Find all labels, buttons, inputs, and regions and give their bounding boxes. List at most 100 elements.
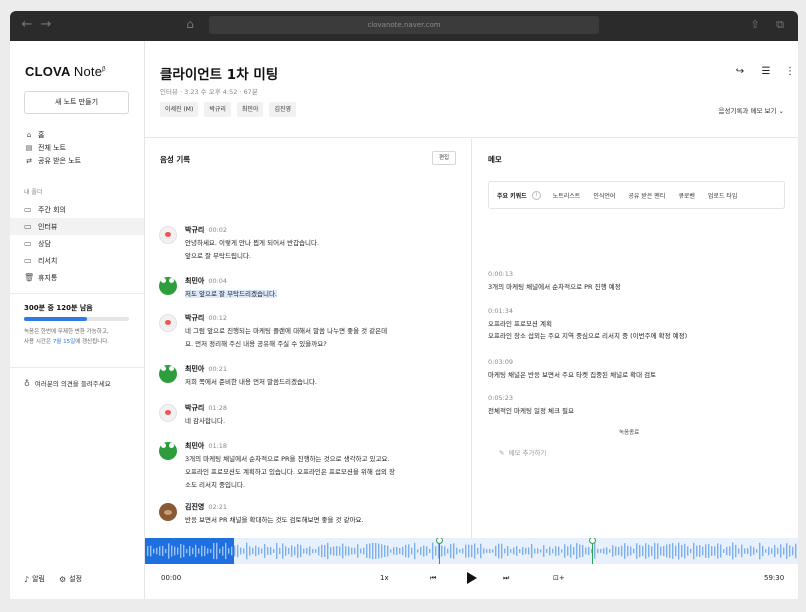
timestamp[interactable]: 00:04 <box>208 277 227 285</box>
waveform-bar <box>156 547 158 555</box>
home-icon[interactable]: ⌂ <box>182 16 198 32</box>
waveform-bar <box>696 545 698 557</box>
sidebar-item-all-notes[interactable]: ▤ 전체 노트 <box>24 141 81 154</box>
share-icon[interactable]: ↪ <box>733 65 747 79</box>
tabs-icon[interactable]: ⧉ <box>772 17 788 33</box>
waveform-bar <box>723 549 725 553</box>
memo-timestamp[interactable]: 0:05:23 <box>488 394 788 405</box>
participant-tag[interactable]: 박규리 <box>204 102 231 117</box>
timestamp[interactable]: 00:21 <box>208 365 227 373</box>
share-icon[interactable]: ⇧ <box>747 17 763 33</box>
play-icon[interactable] <box>464 571 478 585</box>
transcript-entry[interactable]: 김진영 02:21 반응 보면서 PR 채널을 확대하는 것도 검토해보면 좋을 것… <box>159 502 459 527</box>
sidebar-item-home[interactable]: ⌂ 홈 <box>24 128 81 141</box>
feedback-link[interactable]: ♁ 여러분의 의견을 들려주세요 <box>24 378 111 389</box>
add-memo-button[interactable]: ✎ 메모 추가하기 <box>499 447 546 457</box>
waveform-bar <box>612 545 614 557</box>
memo-timestamp[interactable]: 0:01:34 <box>488 307 788 318</box>
participant-tag[interactable]: 김진영 <box>269 102 297 117</box>
info-icon[interactable]: i <box>531 190 541 200</box>
tab-shared[interactable]: 공유 받은 멘티 <box>628 191 665 200</box>
tab-upload-time[interactable]: 업로드 타임 <box>708 191 738 200</box>
speed-button[interactable]: 1x <box>380 574 389 582</box>
timestamp[interactable]: 01:18 <box>208 442 227 450</box>
transcript-entry[interactable]: 최민아 00:04 저도 앞으로 잘 부탁드리겠습니다. <box>159 276 459 301</box>
settings-button[interactable]: ⚙ 설정 <box>59 574 82 584</box>
chevron-down-icon: ⌄ <box>778 107 784 115</box>
folder-icon: ▭ <box>24 256 32 265</box>
skip-forward-icon[interactable]: ⏭ <box>503 574 509 583</box>
memo-note[interactable]: 0:03:09 마케팅 채널은 반응 보면서 주요 타켓 집중된 채널로 확대 검… <box>488 358 788 381</box>
tab-language[interactable]: 인식언어 <box>593 191 615 200</box>
waveform-bar <box>474 543 476 559</box>
memo-timestamp[interactable]: 0:03:09 <box>488 358 788 369</box>
speaker-name: 박규리 <box>185 404 205 412</box>
url-bar[interactable]: clovanote.naver.com <box>209 16 599 34</box>
waveform-bar <box>369 543 371 559</box>
timestamp[interactable]: 00:02 <box>208 226 227 234</box>
memo-note[interactable]: 0:01:34 오프라인 프로모션 계획 오프라인 장소 섭외는 주요 지역 중심으… <box>488 307 788 342</box>
skip-back-icon[interactable]: ⏮ <box>430 574 436 583</box>
transcript-entry[interactable]: 박규리 00:02 안녕하세요. 이렇게 만나 뵙게 되어서 반갑습니다. 앞으로 잘… <box>159 225 459 263</box>
more-icon[interactable]: ⋮ <box>783 65 797 79</box>
memo-timestamp[interactable]: 0:00:13 <box>488 270 788 281</box>
renewal-date-link[interactable]: 7월 15일 <box>53 339 75 345</box>
tab-keywords[interactable]: 주요 키워드 <box>497 191 527 200</box>
transcript-entry[interactable]: 최민아 01:18 3개의 마케팅 채널에서 순차적으로 PR을 진행하는 것으로 … <box>159 441 459 492</box>
transcript-entry[interactable]: 박규리 00:12 네 그럼 앞으로 진행되는 마케팅 플랜에 대해서 말씀 나누면… <box>159 313 459 351</box>
participant-tag[interactable]: 최민아 <box>236 102 264 117</box>
audio-waveform[interactable] <box>145 538 798 564</box>
total-time: 59:30 <box>764 574 785 582</box>
waveform-bar <box>273 548 275 554</box>
bookmark-add-icon[interactable]: ⊡+ <box>553 574 565 582</box>
sidebar-nav: ⌂ 홈 ▤ 전체 노트 ⇄ 공유 받은 노트 <box>24 128 81 167</box>
edit-button[interactable]: 편집 <box>432 151 456 165</box>
forward-arrow-icon[interactable]: → <box>38 17 54 33</box>
waveform-bar <box>216 542 218 560</box>
waveform-bar <box>747 548 749 554</box>
memo-marker[interactable] <box>436 538 443 564</box>
folder-item[interactable]: ▭ 리서치 <box>10 252 144 269</box>
search-list-icon[interactable]: ☰ <box>759 65 773 79</box>
memo-marker[interactable] <box>589 538 596 564</box>
sidebar-item-shared-notes[interactable]: ⇄ 공유 받은 노트 <box>24 154 81 167</box>
tab-curation[interactable]: 큐로벤 <box>678 191 695 200</box>
waveform-bar <box>765 549 767 553</box>
folder-item[interactable]: ▭ 주간 회의 <box>10 201 144 218</box>
folder-item[interactable]: ▭ 인터뷰 <box>10 218 144 235</box>
waveform-bar <box>744 548 746 554</box>
waveform-bar <box>693 542 695 560</box>
transcript-text: 3개의 마케팅 채널에서 순차적으로 PR을 진행하는 것으로 생각하고 있고요… <box>185 455 395 489</box>
waveform-bar <box>789 545 791 557</box>
timestamp[interactable]: 02:21 <box>208 503 227 511</box>
waveform-bar <box>645 543 647 559</box>
transcript-entry[interactable]: 최민아 00:21 저희 쪽에서 준비한 내용 먼저 말씀드리겠습니다. <box>159 364 459 389</box>
transcript-entry[interactable]: 박규리 01:28 네 감사합니다. <box>159 403 459 428</box>
waveform-bar <box>192 547 194 555</box>
waveform-bar <box>312 548 314 554</box>
waveform-bar <box>153 548 155 554</box>
avatar <box>159 277 177 295</box>
participant-tag[interactable]: 이세진 (M) <box>160 102 199 117</box>
timestamp[interactable]: 01:28 <box>208 404 227 412</box>
timestamp[interactable]: 00:12 <box>208 314 227 322</box>
trash-item[interactable]: 🗑 휴지통 <box>10 269 144 286</box>
waveform-bar <box>267 547 269 555</box>
waveform-bar <box>678 542 680 560</box>
folder-icon: ▭ <box>24 205 32 214</box>
new-note-button[interactable]: 새 노트 만들기 <box>24 91 129 114</box>
tab-notelist[interactable]: 노트리스트 <box>553 191 581 200</box>
memo-note[interactable]: 0:05:23 전체적인 마케팅 일정 체크 필요 <box>488 394 788 417</box>
waveform-bar <box>624 543 626 559</box>
waveform-bar <box>210 549 212 553</box>
folder-item[interactable]: ▭ 상담 <box>10 235 144 252</box>
back-arrow-icon[interactable]: ← <box>19 17 35 33</box>
view-mode-dropdown[interactable]: 음성기록과 메모 보기 ⌄ <box>719 105 784 115</box>
avatar <box>159 503 177 521</box>
waveform-bar <box>393 547 395 555</box>
logo[interactable]: CLOVA Noteβ <box>25 64 106 79</box>
waveform-bar <box>504 548 506 554</box>
waveform-bar <box>786 543 788 559</box>
memo-note[interactable]: 0:00:13 3개의 마케팅 채널에서 순차적으로 PR 진행 예정 <box>488 270 788 293</box>
alarm-button[interactable]: ♪ 알림 <box>24 574 45 584</box>
